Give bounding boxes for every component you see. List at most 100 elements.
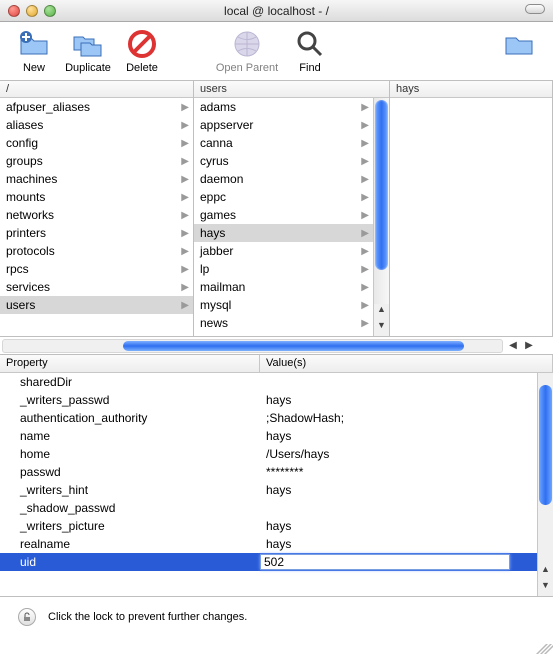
titlebar: local @ localhost - / [0,0,553,22]
list-item[interactable]: config▶ [0,134,193,152]
table-row[interactable]: passwd******** [0,463,553,481]
list-item[interactable]: cyrus▶ [194,152,373,170]
header-value[interactable]: Value(s) [260,355,553,372]
table-row[interactable]: _writers_picturehays [0,517,553,535]
property-cell: realname [0,537,260,551]
table-row[interactable]: authentication_authority;ShadowHash; [0,409,553,427]
value-cell [260,554,553,570]
toolbar-toggle-button[interactable] [525,4,545,14]
column-scrollbar[interactable]: ▲ ▼ [373,98,389,336]
list-item[interactable]: lp▶ [194,260,373,278]
list-item[interactable]: services▶ [0,278,193,296]
chevron-right-icon: ▶ [361,120,369,131]
table-row[interactable]: namehays [0,427,553,445]
chevron-right-icon: ▶ [181,174,189,185]
chevron-right-icon: ▶ [361,318,369,329]
delete-button[interactable]: Delete [116,28,168,74]
new-button[interactable]: New [8,28,60,74]
scrollbar-thumb[interactable] [123,341,464,351]
value-cell: hays [260,483,553,497]
find-label: Find [299,62,320,74]
chevron-right-icon: ▶ [361,192,369,203]
browser-mode-button[interactable] [493,28,545,60]
list-item[interactable]: networks▶ [0,206,193,224]
table-row[interactable]: _writers_passwdhays [0,391,553,409]
property-cell: authentication_authority [0,411,260,425]
table-scrollbar[interactable]: ▲ ▼ [537,373,553,596]
list-item[interactable]: games▶ [194,206,373,224]
horizontal-scrollbar[interactable]: ◀ ▶ [0,337,553,355]
value-cell: hays [260,519,553,533]
column-root: / afpuser_aliases▶aliases▶config▶groups▶… [0,81,194,336]
duplicate-button[interactable]: Duplicate [62,28,114,74]
scroll-down-arrow[interactable]: ▼ [374,320,389,336]
list-item[interactable]: printers▶ [0,224,193,242]
property-table: Property Value(s) sharedDir _writers_pass… [0,355,553,597]
search-icon [294,28,326,60]
table-row[interactable]: _shadow_passwd [0,499,553,517]
list-item[interactable]: canna▶ [194,134,373,152]
list-item[interactable]: mailman▶ [194,278,373,296]
property-cell: passwd [0,465,260,479]
delete-icon [126,28,158,60]
list-item[interactable]: groups▶ [0,152,193,170]
column-detail: hays [390,81,553,336]
column-list[interactable]: afpuser_aliases▶aliases▶config▶groups▶ma… [0,98,193,336]
list-item[interactable]: nobody▶ [194,332,373,336]
delete-label: Delete [126,62,158,74]
unlock-icon [22,612,32,622]
list-item[interactable]: afpuser_aliases▶ [0,98,193,116]
scroll-up-arrow[interactable]: ▲ [374,304,389,320]
property-cell: sharedDir [0,375,260,389]
table-row[interactable]: uid [0,553,553,571]
scroll-up-arrow[interactable]: ▲ [538,564,553,580]
list-item[interactable]: aliases▶ [0,116,193,134]
chevron-right-icon: ▶ [181,120,189,131]
chevron-right-icon: ▶ [181,138,189,149]
value-cell: ;ShadowHash; [260,411,553,425]
property-cell: name [0,429,260,443]
chevron-right-icon: ▶ [361,246,369,257]
table-row[interactable]: realnamehays [0,535,553,553]
list-item[interactable]: hays▶ [194,224,373,242]
scroll-right-arrow[interactable]: ▶ [521,340,537,351]
table-header: Property Value(s) [0,355,553,373]
header-property[interactable]: Property [0,355,260,372]
folder-plus-icon [18,28,50,60]
table-row[interactable]: sharedDir [0,373,553,391]
chevron-right-icon: ▶ [361,264,369,275]
value-cell: /Users/hays [260,447,553,461]
scrollbar-thumb[interactable] [539,385,552,505]
list-item[interactable]: appserver▶ [194,116,373,134]
chevron-right-icon: ▶ [361,300,369,311]
list-item[interactable]: rpcs▶ [0,260,193,278]
column-list[interactable] [390,98,552,336]
lock-button[interactable] [18,608,36,626]
chevron-right-icon: ▶ [181,228,189,239]
list-item[interactable]: adams▶ [194,98,373,116]
list-item[interactable]: mysql▶ [194,296,373,314]
chevron-right-icon: ▶ [361,228,369,239]
table-row[interactable]: _writers_hinthays [0,481,553,499]
list-item[interactable]: mounts▶ [0,188,193,206]
folder-open-icon [503,28,535,60]
list-item[interactable]: machines▶ [0,170,193,188]
column-list[interactable]: adams▶appserver▶canna▶cyrus▶daemon▶eppc▶… [194,98,373,336]
resize-grip[interactable] [537,640,551,654]
chevron-right-icon: ▶ [181,102,189,113]
scrollbar-thumb[interactable] [375,100,388,270]
find-button[interactable]: Find [284,28,336,74]
scroll-down-arrow[interactable]: ▼ [538,580,553,596]
list-item[interactable]: users▶ [0,296,193,314]
table-row[interactable]: home/Users/hays [0,445,553,463]
list-item[interactable]: eppc▶ [194,188,373,206]
list-item[interactable]: news▶ [194,314,373,332]
list-item[interactable]: daemon▶ [194,170,373,188]
lock-text: Click the lock to prevent further change… [48,611,247,623]
table-body[interactable]: sharedDir_writers_passwdhaysauthenticati… [0,373,553,596]
list-item[interactable]: protocols▶ [0,242,193,260]
scroll-left-arrow[interactable]: ◀ [505,340,521,351]
list-item[interactable]: jabber▶ [194,242,373,260]
value-input[interactable] [260,554,510,570]
chevron-right-icon: ▶ [181,264,189,275]
